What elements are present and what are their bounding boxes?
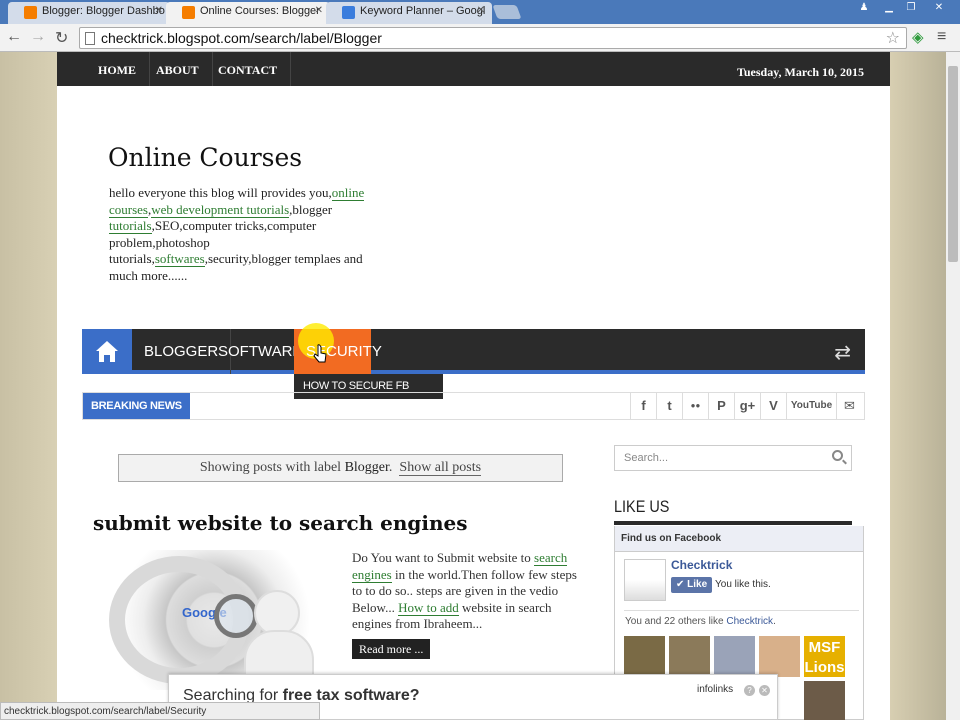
- address-text: checktrick.blogspot.com/search/label/Blo…: [101, 30, 382, 46]
- reload-icon[interactable]: ↻: [55, 28, 68, 48]
- fb-like-button[interactable]: ✔ Like: [671, 577, 713, 593]
- browser-tab-bar: Blogger: Blogger Dashbo ✕ Online Courses…: [0, 0, 960, 24]
- browser-toolbar: ← → ↻ checktrick.blogspot.com/search/lab…: [0, 24, 960, 52]
- like-us-heading: LIKE US: [614, 497, 670, 516]
- tutorials-link[interactable]: tutorials: [109, 218, 152, 235]
- youtube-icon[interactable]: YouTube: [786, 393, 836, 419]
- vimeo-icon[interactable]: V: [760, 393, 786, 419]
- fan-avatar[interactable]: [759, 636, 800, 677]
- fb-box-header: Find us on Facebook: [615, 526, 863, 552]
- googleplus-icon[interactable]: g+: [734, 393, 760, 419]
- new-tab-button[interactable]: [492, 5, 522, 19]
- show-all-posts-link[interactable]: Show all posts: [399, 460, 482, 476]
- nav-home-link[interactable]: HOME: [85, 52, 150, 86]
- ad-close-icon[interactable]: ✕: [759, 685, 770, 696]
- current-date: Tuesday, March 10, 2015: [736, 65, 864, 79]
- sidebar-search-input[interactable]: Search...: [614, 445, 852, 471]
- tab-title: Keyword Planner – Googl: [360, 5, 486, 17]
- user-icon[interactable]: ♟: [855, 2, 873, 13]
- main-navigation: BLOGGER SOFTWARES SECURITY ⇄: [82, 323, 865, 374]
- blog-page: HOME ABOUT CONTACT Tuesday, March 10, 20…: [57, 52, 890, 720]
- breaking-news-bar: BREAKING NEWS f t ●● P g+ V YouTube ✉: [82, 392, 865, 420]
- fb-page-name[interactable]: Checktrick: [671, 558, 732, 572]
- fan-avatar-msf[interactable]: MSF Lions: [804, 636, 845, 677]
- post-title[interactable]: submit website to search engines: [93, 511, 468, 535]
- blogger-favicon-icon: [182, 6, 195, 19]
- random-post-shuffle-icon[interactable]: ⇄: [834, 340, 851, 365]
- post-thumbnail[interactable]: Google: [94, 550, 344, 690]
- fan-avatar[interactable]: [714, 636, 755, 677]
- close-window-icon[interactable]: ✕: [930, 2, 948, 13]
- pinterest-icon[interactable]: P: [708, 393, 734, 419]
- blog-description: hello everyone this blog will provides y…: [109, 185, 365, 283]
- heading-underline: [614, 521, 852, 525]
- fan-avatar[interactable]: [624, 636, 665, 677]
- search-placeholder: Search...: [624, 452, 669, 464]
- vertical-scrollbar[interactable]: [946, 52, 960, 720]
- magnifier-icon: [214, 594, 258, 638]
- tab-title: Online Courses: Blogger: [200, 5, 320, 17]
- scrollbar-thumb[interactable]: [948, 66, 958, 262]
- page-viewport: HOME ABOUT CONTACT Tuesday, March 10, 20…: [0, 52, 946, 720]
- current-label: Blogger: [344, 460, 389, 475]
- read-more-button[interactable]: Read more ...: [352, 639, 431, 659]
- fan-avatar[interactable]: [669, 636, 710, 677]
- blog-title[interactable]: Online Courses: [108, 143, 302, 172]
- close-tab-icon[interactable]: ✕: [155, 5, 163, 16]
- tab-keyword-planner[interactable]: Keyword Planner – Googl ✕: [326, 2, 492, 24]
- twitter-icon[interactable]: t: [656, 393, 682, 419]
- fb-others-like: You and 22 others like Checktrick.: [625, 616, 776, 627]
- home-button[interactable]: [82, 329, 132, 374]
- top-navigation: HOME ABOUT CONTACT Tuesday, March 10, 20…: [57, 52, 890, 86]
- fb-you-like: You like this.: [715, 579, 771, 590]
- fan-avatar[interactable]: [804, 681, 845, 720]
- flickr-icon[interactable]: ●●: [682, 393, 708, 419]
- maximize-icon[interactable]: ❐: [902, 2, 920, 13]
- softwares-link[interactable]: softwares: [154, 251, 205, 268]
- ad-info-icon[interactable]: ?: [744, 685, 755, 696]
- forward-arrow-icon[interactable]: →: [30, 28, 46, 46]
- facebook-icon[interactable]: f: [630, 393, 656, 419]
- post-excerpt: Do You want to Submit website to search …: [352, 550, 577, 632]
- page-avatar[interactable]: [624, 559, 666, 601]
- label-filter-notice: Showing posts with label Blogger. Show a…: [118, 454, 563, 482]
- status-bar: checktrick.blogspot.com/search/label/Sec…: [0, 702, 320, 720]
- tab-blogger-dashboard[interactable]: Blogger: Blogger Dashbo ✕: [8, 2, 170, 24]
- tab-title: Blogger: Blogger Dashbo: [42, 5, 165, 17]
- extension-shield-icon[interactable]: ◈: [912, 28, 924, 46]
- nav-security[interactable]: SECURITY: [294, 323, 382, 374]
- nav-contact-link[interactable]: CONTACT: [205, 52, 292, 86]
- mail-icon[interactable]: ✉: [836, 393, 862, 419]
- back-arrow-icon[interactable]: ←: [6, 28, 22, 46]
- infolinks-logo: infolinks: [697, 684, 734, 695]
- close-tab-icon[interactable]: ✕: [477, 5, 485, 16]
- how-to-add-link[interactable]: How to add: [398, 599, 459, 616]
- menu-icon[interactable]: ≡: [937, 28, 946, 46]
- close-tab-icon[interactable]: ✕: [315, 5, 323, 16]
- bookmark-star-icon[interactable]: ☆: [886, 28, 900, 48]
- tab-online-courses[interactable]: Online Courses: Blogger ✕: [166, 2, 330, 24]
- page-icon: [85, 32, 95, 45]
- web-dev-tutorials-link[interactable]: web development tutorials: [151, 201, 290, 218]
- search-icon[interactable]: [832, 450, 843, 461]
- mouse-pointer-icon: [313, 344, 327, 363]
- breaking-news-label: BREAKING NEWS: [83, 393, 190, 419]
- adwords-favicon-icon: [342, 6, 355, 19]
- address-bar[interactable]: checktrick.blogspot.com/search/label/Blo…: [79, 27, 907, 49]
- blogger-favicon-icon: [24, 6, 37, 19]
- minimize-icon[interactable]: ▁: [880, 2, 898, 13]
- fb-others-page-link[interactable]: Checktrick: [726, 616, 773, 627]
- nav-about-link[interactable]: ABOUT: [143, 52, 213, 86]
